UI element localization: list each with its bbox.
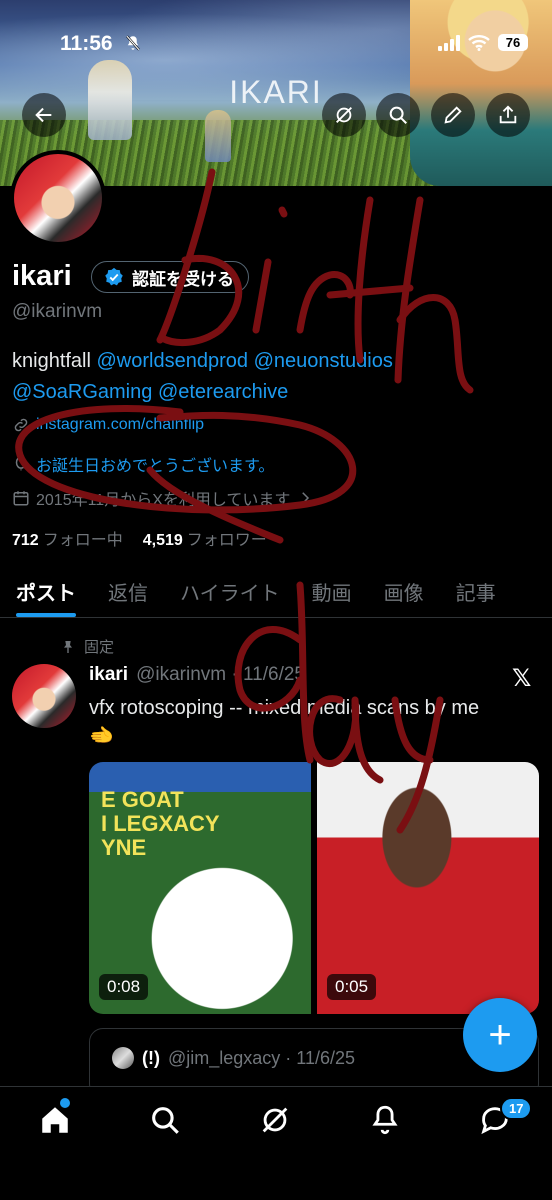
nav-home[interactable] [38, 1103, 72, 1137]
edit-button[interactable] [431, 93, 475, 137]
banner-figure-small [205, 110, 231, 162]
grok-icon [336, 107, 352, 123]
tweet-video-2[interactable]: 0:05 [317, 762, 539, 1014]
home-notification-dot [60, 1098, 70, 1108]
tweet-video-1[interactable]: E GOAT I LEGXACY YNE 0:08 [89, 762, 311, 1014]
pinned-label: 固定 [84, 639, 115, 656]
quote-header: (!) @jim_legxacy · 11/6/25 [112, 1047, 355, 1069]
status-time: 11:56 [60, 32, 113, 55]
following-label: フォロー中 [42, 532, 123, 549]
nav-grok[interactable] [258, 1103, 292, 1137]
x-logo-icon: 𝕏 [512, 665, 532, 692]
followers-label: フォロワー [186, 532, 267, 549]
arrow-left-icon [35, 107, 52, 123]
bio-mention[interactable]: @neuonstudios [254, 350, 393, 372]
status-indicators: 76 [438, 34, 528, 51]
quote-author-name: (!) [142, 1047, 160, 1068]
back-button[interactable] [22, 93, 66, 137]
tab-posts[interactable]: ポスト [0, 566, 92, 617]
followers-stat[interactable]: 4,519 フォロワー [143, 526, 267, 550]
chevron-right-icon [302, 492, 310, 504]
bio-mention[interactable]: @eterearchive [158, 381, 288, 403]
profile-name: ikari [12, 260, 72, 292]
profile-handle: @ikarinvm [12, 301, 103, 322]
grok-button[interactable] [322, 93, 366, 137]
calendar-icon [13, 491, 29, 506]
search-icon [152, 1107, 179, 1134]
quote-handle-date: @jim_legxacy · 11/6/25 [167, 1047, 356, 1068]
joined-text: 2015年11月からXを利用しています [36, 492, 291, 509]
tweet-avatar[interactable] [12, 664, 76, 728]
nav-search[interactable] [148, 1103, 182, 1137]
bell-slash-icon [126, 35, 140, 51]
video-duration: 0:08 [99, 974, 149, 1000]
pinned-indicator: 固定 [60, 636, 114, 657]
balloon-icon [15, 456, 27, 471]
birthday-row: お誕生日おめでとうございます。 [12, 452, 274, 476]
tweet-author-name[interactable]: ikari [89, 664, 128, 686]
tweet-body: vfx rotoscoping -- mixed media scans by … [89, 697, 480, 719]
signal-icon [438, 34, 460, 51]
profile-tabs: ポスト 返信 ハイライト 動画 画像 記事 [0, 566, 552, 618]
pin-icon [64, 640, 72, 653]
profile-link[interactable]: instagram.com/chainflip [36, 416, 204, 434]
following-count: 712 [12, 532, 39, 549]
tab-highlights[interactable]: ハイライト [164, 566, 296, 617]
messages-badge: 17 [500, 1097, 533, 1120]
tweet-emoji: 🫲 [89, 725, 114, 747]
link-icon [14, 418, 28, 432]
tab-articles[interactable]: 記事 [440, 566, 512, 617]
followers-count: 4,519 [142, 532, 183, 549]
profile-avatar[interactable] [10, 150, 106, 246]
tab-images[interactable]: 画像 [368, 566, 440, 617]
pencil-icon [444, 106, 462, 124]
tweet-header: ikari @ikarinvm · 11/6/25 [89, 664, 305, 686]
search-button[interactable] [376, 93, 420, 137]
share-icon [499, 105, 517, 124]
battery-indicator: 76 [498, 34, 528, 51]
tweet-handle-date: @ikarinvm · 11/6/25 [136, 664, 305, 685]
get-verified-label: 認証を受ける [132, 269, 234, 289]
following-stat[interactable]: 712 フォロー中 [12, 526, 123, 550]
grok-icon [262, 1107, 288, 1133]
bottom-navigation [0, 1086, 552, 1200]
get-verified-button[interactable]: 認証を受ける [91, 261, 249, 293]
tweet-text: vfx rotoscoping -- mixed media scans by … [89, 694, 539, 750]
bio-text: knightfall [12, 350, 91, 372]
tab-replies[interactable]: 返信 [92, 566, 164, 617]
birthday-text: お誕生日おめでとうございます。 [36, 458, 275, 475]
bio-mention[interactable]: @SoaRGaming [12, 381, 152, 403]
profile-bio: knightfall @worldsendprod @neuonstudios … [12, 346, 532, 408]
nav-notifications[interactable] [368, 1103, 402, 1137]
bell-icon [372, 1105, 398, 1135]
joined-row[interactable]: 2015年11月からXを利用しています [12, 486, 314, 510]
video-overlay-text: E GOAT I LEGXACY YNE [101, 787, 220, 860]
plus-icon: + [488, 1012, 512, 1057]
share-button[interactable] [486, 93, 530, 137]
quote-avatar [112, 1047, 134, 1069]
wifi-icon [468, 34, 490, 51]
video-duration: 0:05 [327, 974, 377, 1000]
bio-mention[interactable]: @worldsendprod [97, 350, 249, 372]
follow-stats: 712 フォロー中 4,519 フォロワー [12, 526, 267, 550]
verified-badge-icon [105, 267, 123, 286]
home-icon [42, 1107, 68, 1133]
profile-link-row[interactable]: instagram.com/chainflip [12, 416, 204, 434]
tab-videos[interactable]: 動画 [296, 566, 368, 617]
compose-button[interactable]: + [463, 998, 537, 1072]
search-icon [389, 106, 407, 124]
